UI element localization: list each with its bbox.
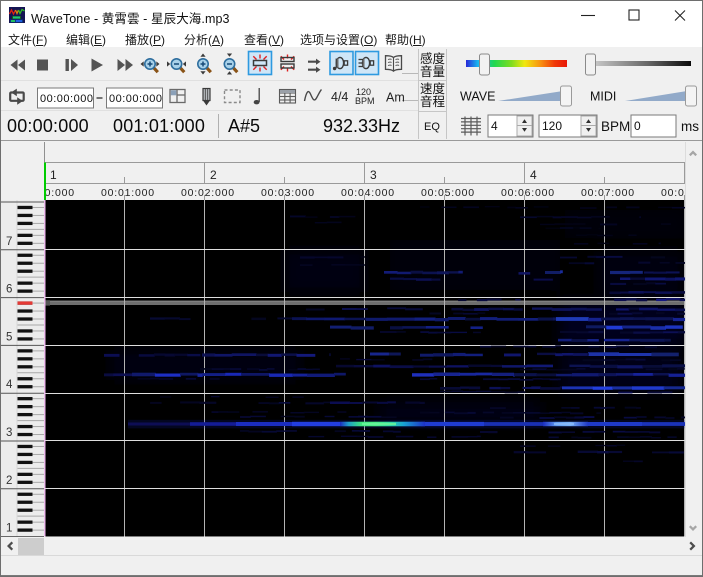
svg-text:1: 1 — [6, 523, 12, 535]
svg-text:00:02:000: 00:02:000 — [181, 187, 235, 199]
svg-text:Am: Am — [386, 91, 405, 105]
svg-text:0: 0 — [634, 119, 641, 133]
svg-text:7: 7 — [6, 236, 12, 248]
svg-text:001:01:000: 001:01:000 — [113, 116, 205, 136]
svg-text:932.33Hz: 932.33Hz — [323, 116, 400, 136]
svg-text:3: 3 — [370, 168, 377, 182]
svg-text:感度: 感度 — [420, 51, 446, 66]
svg-text:1: 1 — [50, 168, 57, 182]
svg-text:00:06:000: 00:06:000 — [501, 187, 555, 199]
svg-text:5: 5 — [6, 331, 12, 343]
svg-text:00:07:000: 00:07:000 — [581, 187, 635, 199]
svg-text:BPM: BPM — [355, 96, 375, 106]
svg-text:2: 2 — [6, 475, 12, 487]
svg-text:音程: 音程 — [420, 94, 446, 109]
svg-text:00:01:000: 00:01:000 — [101, 187, 155, 199]
svg-text:MIDI: MIDI — [590, 90, 616, 104]
svg-text:A#5: A#5 — [228, 116, 260, 136]
svg-text:4: 4 — [491, 119, 498, 133]
svg-text:00:00:000: 00:00:000 — [40, 93, 93, 105]
svg-text:BPM: BPM — [601, 119, 630, 134]
svg-text:EQ: EQ — [424, 121, 440, 133]
svg-text:00:00:000: 00:00:000 — [109, 93, 162, 105]
svg-text:00:05:000: 00:05:000 — [421, 187, 475, 199]
svg-text:00:03:000: 00:03:000 — [261, 187, 315, 199]
svg-text:4: 4 — [530, 168, 537, 182]
svg-text:3: 3 — [6, 427, 12, 439]
svg-text:ms: ms — [681, 119, 699, 134]
svg-text:4/4: 4/4 — [331, 90, 348, 104]
svg-text:120: 120 — [542, 119, 562, 133]
svg-text:速度: 速度 — [420, 81, 446, 96]
svg-text:WAVE: WAVE — [460, 90, 495, 104]
svg-text:6: 6 — [6, 284, 12, 296]
svg-text:2: 2 — [210, 168, 217, 182]
svg-text:音量: 音量 — [420, 64, 445, 79]
svg-text:4: 4 — [6, 379, 13, 391]
svg-text:00:00:000: 00:00:000 — [7, 116, 89, 136]
svg-text:00:04:000: 00:04:000 — [341, 187, 395, 199]
